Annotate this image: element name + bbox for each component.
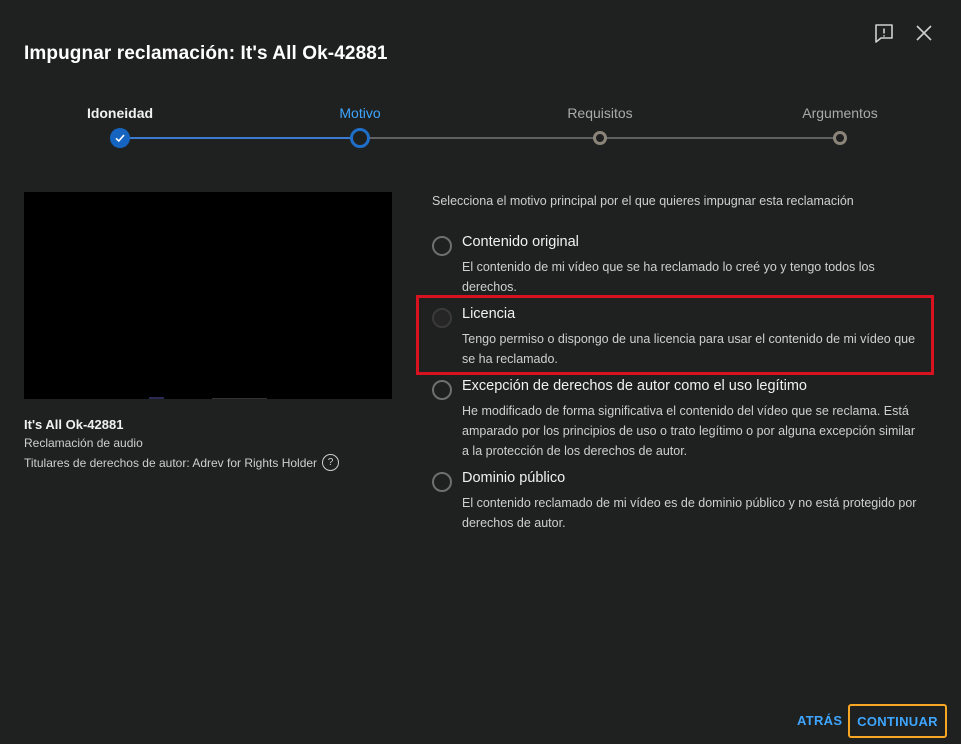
- radio-fair-use[interactable]: [432, 380, 452, 400]
- step-label-motivo: Motivo: [339, 105, 381, 121]
- feedback-icon[interactable]: [873, 22, 895, 44]
- close-icon[interactable]: [913, 22, 935, 44]
- continue-button[interactable]: CONTINUAR: [848, 704, 947, 738]
- reason-instruction: Selecciona el motivo principal por el qu…: [432, 194, 854, 208]
- option-title: Dominio público: [462, 470, 566, 486]
- rights-holders-text: Titulares de derechos de autor: Adrev fo…: [24, 455, 318, 470]
- step-label-requisitos: Requisitos: [567, 105, 633, 121]
- step-dot-motivo: [350, 128, 370, 148]
- video-title: It's All Ok-42881: [24, 417, 124, 432]
- option-description: El contenido de mi vídeo que se ha recla…: [462, 260, 875, 294]
- option-description: He modificado de forma significativa el …: [462, 404, 916, 458]
- video-progress-mark-secondary: [212, 398, 267, 399]
- video-progress-mark: [149, 397, 164, 399]
- progress-stepper: Idoneidad Motivo Requisitos Argumentos: [0, 100, 961, 160]
- option-title: Excepción de derechos de autor como el u…: [462, 378, 807, 394]
- step-label-idoneidad: Idoneidad: [86, 105, 154, 121]
- step-dot-argumentos: [833, 131, 847, 145]
- radio-public-domain[interactable]: [432, 472, 452, 492]
- radio-original-content[interactable]: [432, 236, 452, 256]
- radio-license[interactable]: [432, 308, 452, 328]
- step-dot-idoneidad: [110, 128, 130, 148]
- step-label-argumentos: Argumentos: [802, 105, 878, 121]
- option-description: Tengo permiso o dispongo de una licencia…: [462, 332, 916, 366]
- claim-type: Reclamación de audio: [24, 436, 143, 450]
- option-title: Licencia: [462, 306, 516, 322]
- dispute-claim-dialog: Impugnar reclamación: It's All Ok-42881 …: [0, 0, 961, 744]
- rights-holders: Titulares de derechos de autor: Adrev fo…: [24, 454, 340, 471]
- step-dot-requisitos: [593, 131, 607, 145]
- stepper-line-completed: [120, 137, 360, 139]
- help-icon[interactable]: ?: [322, 454, 340, 471]
- video-preview[interactable]: [24, 192, 392, 399]
- dialog-title: Impugnar reclamación: It's All Ok-42881: [24, 43, 388, 64]
- option-description: El contenido reclamado de mi vídeo es de…: [462, 496, 917, 530]
- check-icon: [115, 134, 125, 143]
- back-button[interactable]: ATRÁS: [797, 713, 842, 728]
- option-title: Contenido original: [462, 234, 579, 250]
